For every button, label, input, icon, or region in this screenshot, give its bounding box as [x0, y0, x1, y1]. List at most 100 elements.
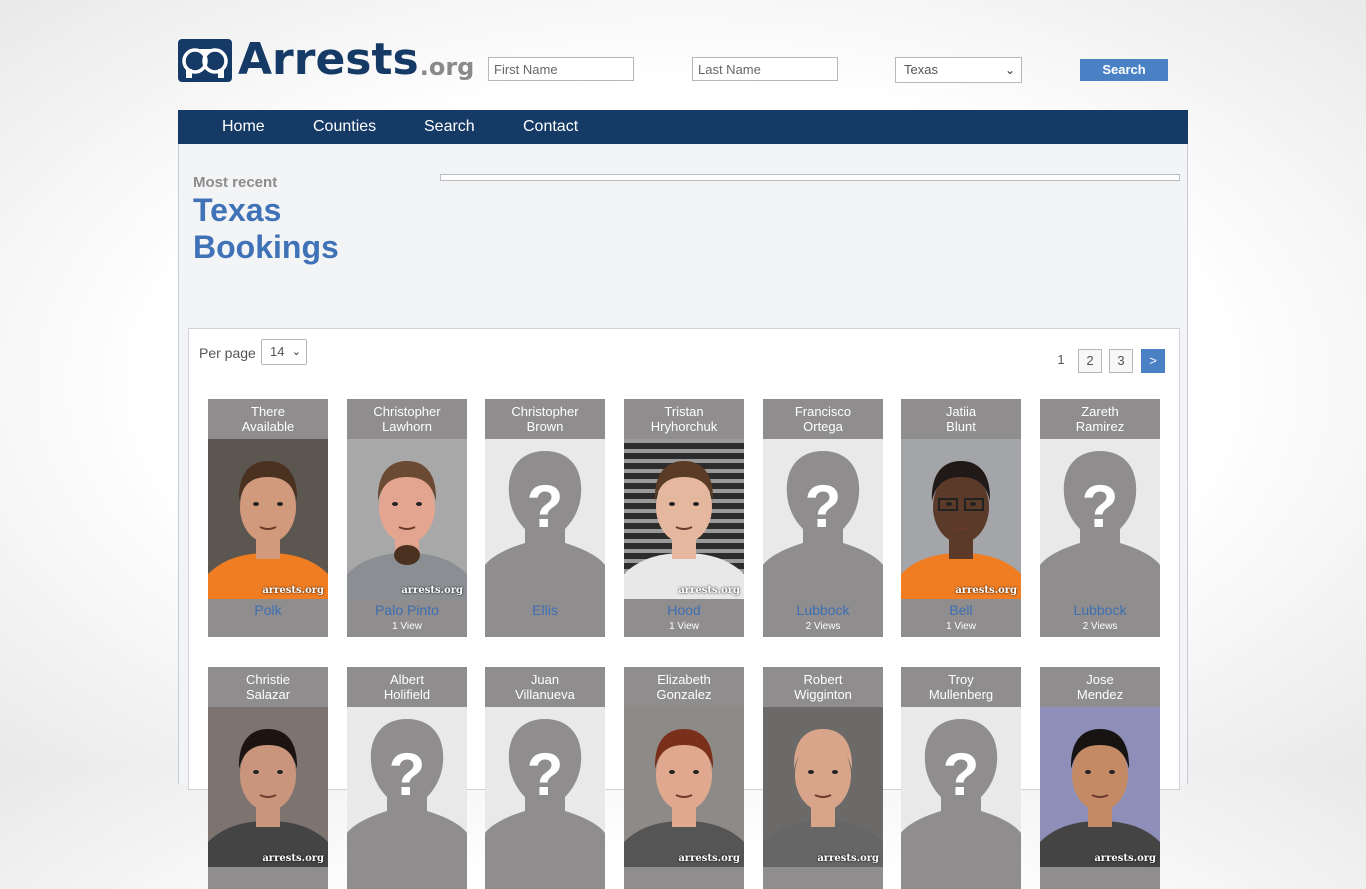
mugshot-photo — [624, 439, 744, 599]
nav-contact[interactable]: Contact — [523, 110, 578, 144]
nav-counties[interactable]: Counties — [313, 110, 376, 144]
card-first-name: Christie — [245, 672, 291, 687]
card-photo[interactable]: arrests.org — [347, 439, 467, 599]
card-last-name: Blunt — [946, 419, 976, 434]
unknown-person-icon: ? — [485, 707, 605, 867]
card-name[interactable]: Christie Salazar — [208, 667, 328, 707]
card-county-link[interactable]: Polk — [208, 599, 328, 618]
card-name[interactable]: Troy Mullenberg — [901, 667, 1021, 707]
card-county-link[interactable]: Lubbock — [763, 599, 883, 618]
card-last-name: Holifield — [383, 687, 431, 702]
card-first-name: Tristan — [664, 404, 704, 419]
booking-card[interactable]: Juan Villanueva ? — [485, 667, 605, 889]
card-photo[interactable]: arrests.org — [208, 707, 328, 867]
card-photo[interactable]: arrests.org — [208, 439, 328, 599]
booking-card[interactable]: Elizabeth Gonzalez arrests.org — [624, 667, 744, 889]
unknown-person-icon: ? — [1040, 439, 1160, 599]
card-views — [347, 870, 467, 889]
card-name[interactable]: Tristan Hryhorchuk — [624, 399, 744, 439]
main-content: Most recent Texas Bookings Per page 14 ⌄… — [178, 144, 1188, 889]
card-name[interactable]: Juan Villanueva — [485, 667, 605, 707]
card-photo[interactable]: ? — [901, 707, 1021, 867]
card-first-name: There — [251, 404, 285, 419]
watermark-text: arrests.org — [401, 585, 463, 596]
card-last-name: Mendez — [1076, 687, 1124, 702]
card-name[interactable]: Christopher Lawhorn — [347, 399, 467, 439]
per-page-select[interactable]: 14 ⌄ — [261, 339, 307, 365]
booking-card[interactable]: Robert Wigginton arrests.org — [763, 667, 883, 889]
card-name[interactable]: Elizabeth Gonzalez — [624, 667, 744, 707]
state-select[interactable]: Texas ⌄ — [895, 57, 1022, 83]
card-views: 2 Views — [1082, 621, 1118, 632]
booking-card[interactable]: Tristan Hryhorchuk arrests.org Hood 1 Vi… — [624, 399, 744, 637]
search-button[interactable]: Search — [1080, 59, 1168, 81]
card-county-link[interactable]: Lubbock — [1040, 599, 1160, 618]
card-name[interactable]: Jose Mendez — [1040, 667, 1160, 707]
card-county-link[interactable]: Bell — [901, 599, 1021, 618]
nav-search[interactable]: Search — [424, 110, 475, 144]
first-name-input[interactable] — [488, 57, 634, 81]
booking-card[interactable]: There Available arrests.org Polk — [208, 399, 328, 637]
card-photo[interactable]: ? — [763, 439, 883, 599]
watermark-text: arrests.org — [955, 585, 1017, 596]
ad-banner — [440, 174, 1180, 181]
card-photo[interactable]: arrests.org — [624, 707, 744, 867]
card-first-name: Robert — [803, 672, 843, 687]
last-name-input[interactable] — [692, 57, 838, 81]
card-name[interactable]: Christopher Brown — [485, 399, 605, 439]
booking-card[interactable]: Jose Mendez arrests.org — [1040, 667, 1160, 889]
mugshot-photo — [901, 439, 1021, 599]
booking-card[interactable]: Jatiia Blunt arrests.org Bell 1 View — [901, 399, 1021, 637]
svg-text:?: ? — [1082, 473, 1119, 540]
unknown-person-icon: ? — [347, 707, 467, 867]
card-first-name: Elizabeth — [657, 672, 711, 687]
card-first-name: Jose — [1086, 672, 1114, 687]
card-photo[interactable]: ? — [485, 439, 605, 599]
booking-card[interactable]: Francisco Ortega ? Lubbock 2 Views — [763, 399, 883, 637]
page-link-3[interactable]: 3 — [1109, 349, 1133, 373]
booking-card[interactable]: Christopher Lawhorn arrests.org Palo Pin… — [347, 399, 467, 637]
card-name[interactable]: Robert Wigginton — [763, 667, 883, 707]
card-county-link[interactable]: Palo Pinto — [347, 599, 467, 618]
next-page-button[interactable]: > — [1141, 349, 1165, 373]
card-county-link[interactable]: Ellis — [485, 599, 605, 618]
card-photo[interactable]: ? — [485, 707, 605, 867]
booking-card[interactable]: Albert Holifield ? — [347, 667, 467, 889]
card-views — [763, 870, 883, 889]
card-last-name: Available — [241, 419, 295, 434]
card-name[interactable]: There Available — [208, 399, 328, 439]
card-photo[interactable]: arrests.org — [901, 439, 1021, 599]
mugshot-photo — [624, 707, 744, 867]
card-photo[interactable]: ? — [1040, 439, 1160, 599]
bookings-panel: Per page 14 ⌄ 1 2 3 > There Available ar… — [188, 328, 1180, 889]
card-last-name: Wigginton — [794, 687, 852, 702]
svg-text:?: ? — [805, 473, 842, 540]
card-views: 1 View — [946, 621, 976, 632]
card-last-name: Gonzalez — [656, 687, 712, 702]
booking-card[interactable]: Christopher Brown ? Ellis — [485, 399, 605, 637]
card-first-name: Troy — [948, 672, 974, 687]
site-logo[interactable]: Arrests .org — [178, 36, 474, 82]
watermark-text: arrests.org — [262, 585, 324, 596]
svg-text:?: ? — [527, 473, 564, 540]
card-name[interactable]: Jatiia Blunt — [901, 399, 1021, 439]
card-name[interactable]: Zareth Ramirez — [1040, 399, 1160, 439]
unknown-person-icon: ? — [763, 439, 883, 599]
card-photo[interactable]: arrests.org — [1040, 707, 1160, 867]
card-name[interactable]: Francisco Ortega — [763, 399, 883, 439]
card-views: 1 View — [392, 621, 422, 632]
card-first-name: Christopher — [373, 404, 441, 419]
card-county-link[interactable]: Hood — [624, 599, 744, 618]
card-photo[interactable]: arrests.org — [763, 707, 883, 867]
page-link-2[interactable]: 2 — [1078, 349, 1102, 373]
booking-card[interactable]: Zareth Ramirez ? Lubbock 2 Views — [1040, 399, 1160, 637]
booking-card[interactable]: Troy Mullenberg ? — [901, 667, 1021, 889]
card-views: 2 Views — [805, 621, 841, 632]
card-name[interactable]: Albert Holifield — [347, 667, 467, 707]
card-photo[interactable]: ? — [347, 707, 467, 867]
nav-home[interactable]: Home — [222, 110, 265, 144]
card-photo[interactable]: arrests.org — [624, 439, 744, 599]
booking-card[interactable]: Christie Salazar arrests.org — [208, 667, 328, 889]
card-views: 1 View — [669, 621, 699, 632]
mugshot-photo — [1040, 707, 1160, 867]
